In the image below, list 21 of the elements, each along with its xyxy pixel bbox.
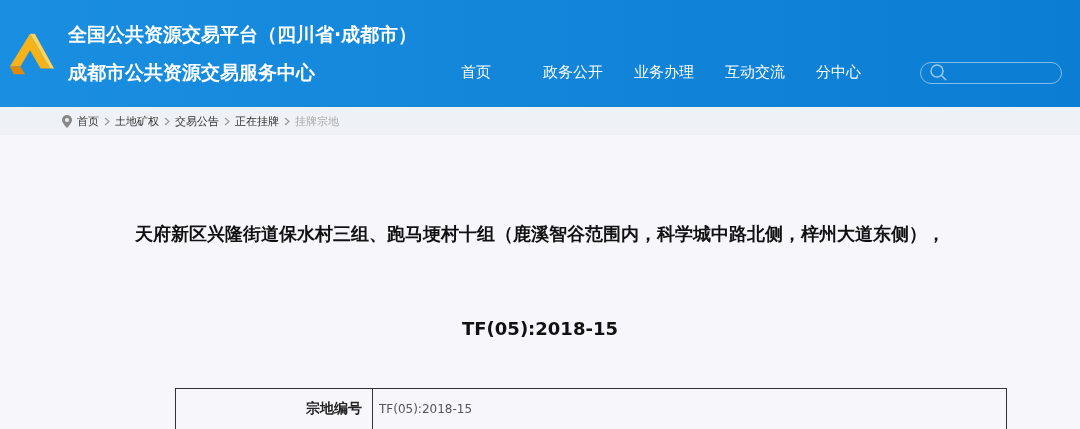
nav-link[interactable]: 首页: [461, 63, 491, 82]
breadcrumb-link[interactable]: 土地矿权: [115, 113, 159, 129]
breadcrumb-link[interactable]: 首页: [77, 113, 99, 129]
breadcrumb-link[interactable]: 挂牌宗地: [295, 113, 339, 129]
location-pin-icon: [62, 114, 72, 128]
table-cell: 宗地编号: [175, 388, 373, 429]
search-icon: [929, 62, 949, 83]
breadcrumb-link[interactable]: 交易公告: [175, 113, 219, 129]
chevron-icon: [224, 116, 230, 126]
site-subtitle: 成都市公共资源交易服务中心: [68, 59, 316, 85]
table-cell: TF(05):2018-15: [372, 388, 1007, 429]
breadcrumb-link[interactable]: 正在挂牌: [235, 113, 279, 129]
site-title: 全国公共资源交易平台（四川省·成都市）: [68, 21, 418, 47]
chevron-icon: [104, 116, 110, 126]
nav-link[interactable]: 业务办理: [634, 63, 694, 82]
chevron-icon: [284, 116, 290, 126]
nav-link[interactable]: 互动交流: [725, 63, 785, 82]
chevron-icon: [164, 116, 170, 126]
article-title: 天府新区兴隆街道保水村三组、跑马埂村十组（鹿溪智谷范围内，科学城中路北侧，梓州大道东侧），TF(05):2018-15: [134, 222, 946, 341]
nav-link[interactable]: 政务公开: [543, 63, 603, 82]
nav-link[interactable]: 分中心: [816, 63, 861, 82]
